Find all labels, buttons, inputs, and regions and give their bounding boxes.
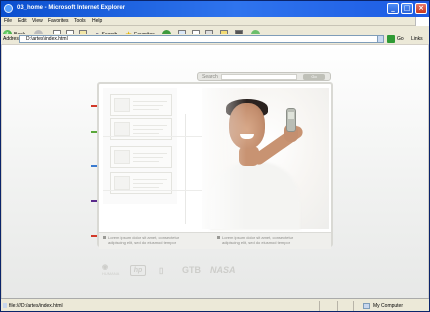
bullet-icon	[103, 236, 106, 240]
hp-logo[interactable]: hp	[130, 265, 146, 276]
hero-photo	[202, 88, 329, 230]
grid-line	[103, 190, 203, 191]
nasa-logo[interactable]: NASA	[210, 265, 236, 275]
caption-right-line2: adipiscing elit, sed do eiusmod tempor	[222, 240, 291, 245]
menu-tools[interactable]: Tools	[74, 18, 86, 24]
menu-help[interactable]: Help	[92, 18, 102, 24]
bullet-icon	[217, 236, 220, 240]
menu-bar: File Edit View Favorites Tools Help	[1, 17, 429, 26]
page-viewport: Search Go Lorem ipsum dolor sit amet, co…	[2, 45, 428, 298]
grid-line	[185, 114, 186, 224]
go-arrow-icon	[387, 35, 395, 43]
window-title: 03_home - Microsoft Internet Explorer	[17, 5, 126, 11]
title-bar: 03_home - Microsoft Internet Explorer _ …	[1, 1, 429, 17]
status-text: file:///D:/artes/index.html	[9, 303, 63, 309]
address-bar: Address D:\artes\index.html Go Links	[1, 34, 429, 44]
site-search-box: Search Go	[197, 72, 331, 81]
caption-bar: Lorem ipsum dolor sit amet, consectetur …	[99, 232, 331, 249]
address-url: D:\artes\index.html	[26, 36, 68, 42]
site-search-button[interactable]: Go	[303, 74, 325, 80]
address-input[interactable]: D:\artes\index.html	[19, 35, 383, 43]
menu-file[interactable]: File	[4, 18, 12, 24]
page-icon	[3, 303, 7, 308]
grid-line	[103, 136, 203, 137]
address-dropdown-icon[interactable]	[377, 35, 384, 43]
humana-logo[interactable]: ◉ HUMANA	[102, 263, 119, 276]
caption-left-line2: adipiscing elit, sed do eiusmod tempor	[108, 240, 177, 245]
humana-logo-text: HUMANA	[102, 271, 120, 276]
go-button[interactable]: Go	[387, 35, 404, 43]
site-search-input[interactable]	[221, 74, 297, 80]
content-block	[110, 94, 172, 116]
caption-left: Lorem ipsum dolor sit amet, consectetur …	[103, 235, 213, 245]
close-button[interactable]: ×	[415, 3, 427, 14]
content-frame: Lorem ipsum dolor sit amet, consectetur …	[97, 82, 333, 249]
browser-window: 03_home - Microsoft Internet Explorer _ …	[0, 0, 430, 312]
site-search-label: Search	[202, 74, 218, 80]
menu-edit[interactable]: Edit	[18, 18, 27, 24]
windows-logo-icon	[415, 17, 429, 26]
left-panel	[103, 88, 177, 204]
computer-icon	[363, 303, 370, 309]
links-button[interactable]: Links	[411, 36, 423, 42]
menu-favorites[interactable]: Favorites	[48, 18, 69, 24]
ie-icon	[4, 4, 13, 13]
go-label: Go	[397, 36, 404, 42]
security-zone: My Computer	[373, 303, 404, 309]
content-block	[110, 146, 172, 168]
maximize-button[interactable]: □	[401, 3, 413, 14]
status-bar: file:///D:/artes/index.html My Computer	[1, 298, 429, 311]
logo-mark[interactable]: ▯	[159, 266, 163, 275]
gtb-logo[interactable]: GTB	[182, 265, 201, 275]
caption-right: Lorem ipsum dolor sit amet, consectetur …	[217, 235, 327, 245]
menu-view[interactable]: View	[32, 18, 43, 24]
minimize-button[interactable]: _	[387, 3, 399, 14]
